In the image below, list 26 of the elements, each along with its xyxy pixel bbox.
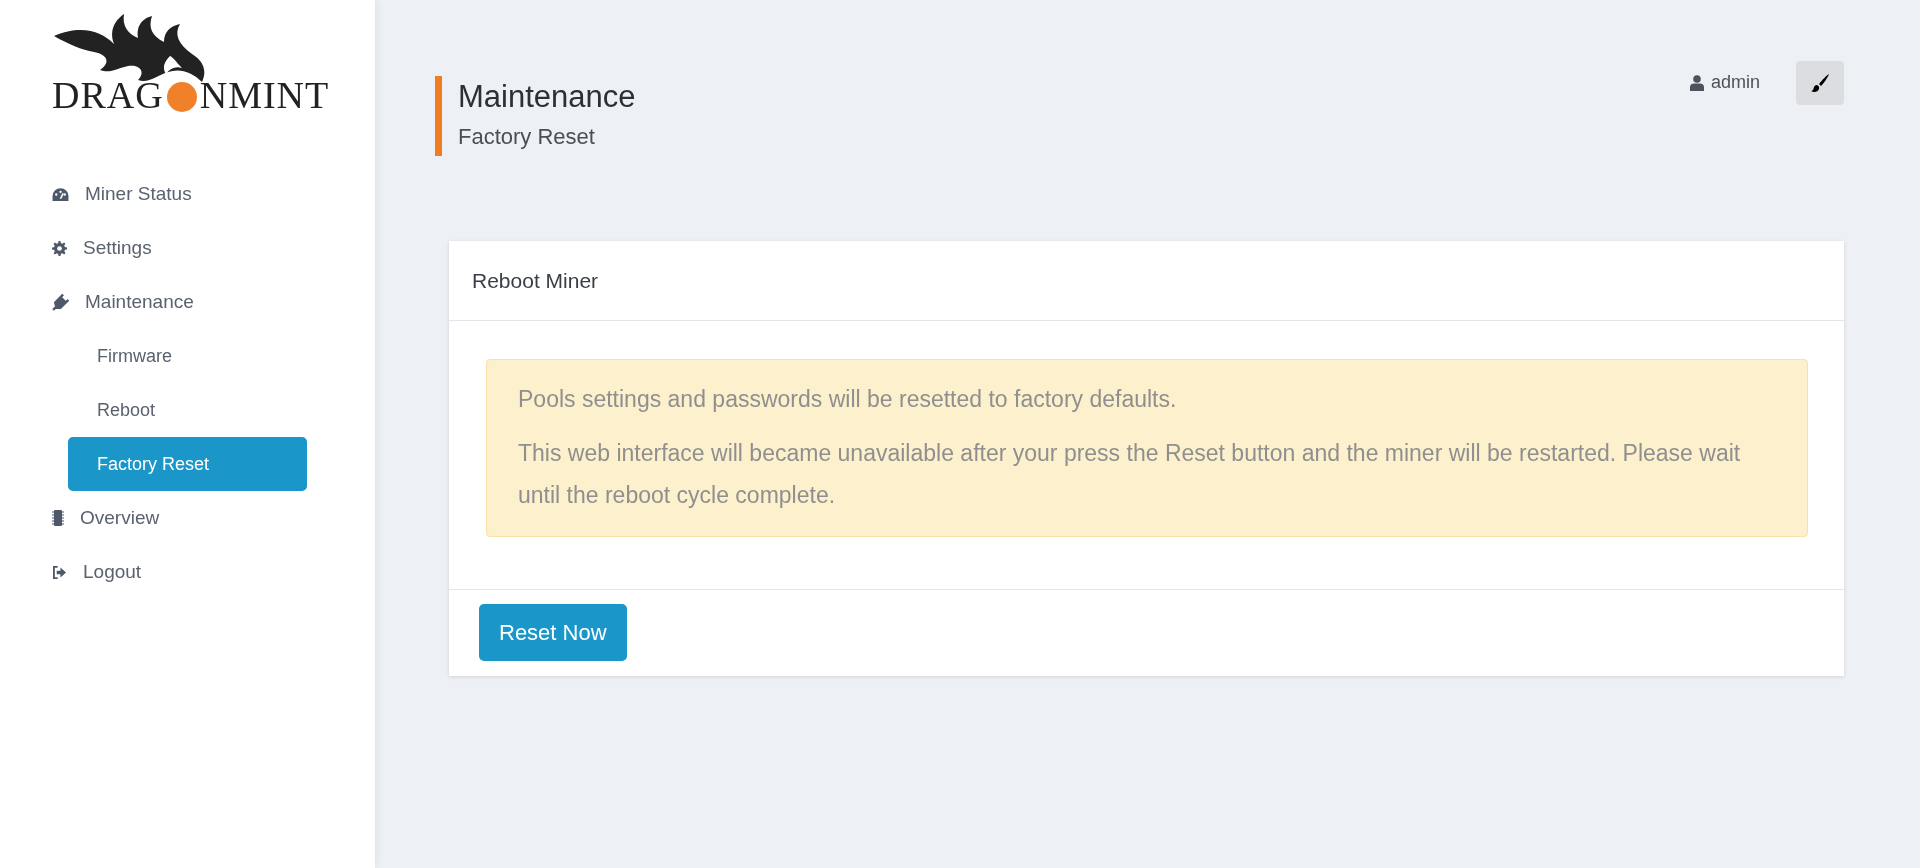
nav-subitem[interactable]: Reboot: [68, 383, 307, 437]
logo-text: DRAG: [52, 76, 164, 114]
chip-icon: [52, 510, 64, 526]
nav-item[interactable]: Overview: [0, 491, 375, 545]
theme-button[interactable]: [1796, 61, 1844, 105]
nav-subitem[interactable]: Firmware: [68, 329, 307, 383]
card-title: Reboot Miner: [472, 268, 599, 293]
nav-item[interactable]: Logout: [0, 545, 375, 599]
fireball-icon: [166, 82, 197, 112]
gear-icon: [52, 240, 67, 256]
plug-icon: [52, 293, 69, 311]
nav-subitem[interactable]: Factory Reset: [68, 437, 307, 491]
page-title: Maintenance: [458, 78, 636, 116]
gauge-icon: [52, 186, 69, 202]
nav-item[interactable]: Miner Status: [0, 167, 375, 221]
reset-button[interactable]: Reset Now: [479, 604, 627, 661]
user-link[interactable]: admin: [1689, 72, 1760, 93]
alert-text: This web interface will became unavailable after your press the Reset button and the miner will be restarted. Please wait until the reboot cycle complete.: [518, 439, 1742, 510]
logo-text: NMINT: [199, 76, 330, 114]
logout-icon: [52, 565, 67, 579]
nav-item[interactable]: Maintenance: [0, 275, 375, 329]
alert-text: Pools settings and passwords will be resetted to factory defaults.: [518, 385, 1178, 414]
nav-item[interactable]: Settings: [0, 221, 375, 275]
brush-icon: [1810, 73, 1830, 93]
user-icon: [1689, 74, 1704, 91]
page-subtitle: Factory Reset: [458, 124, 596, 150]
